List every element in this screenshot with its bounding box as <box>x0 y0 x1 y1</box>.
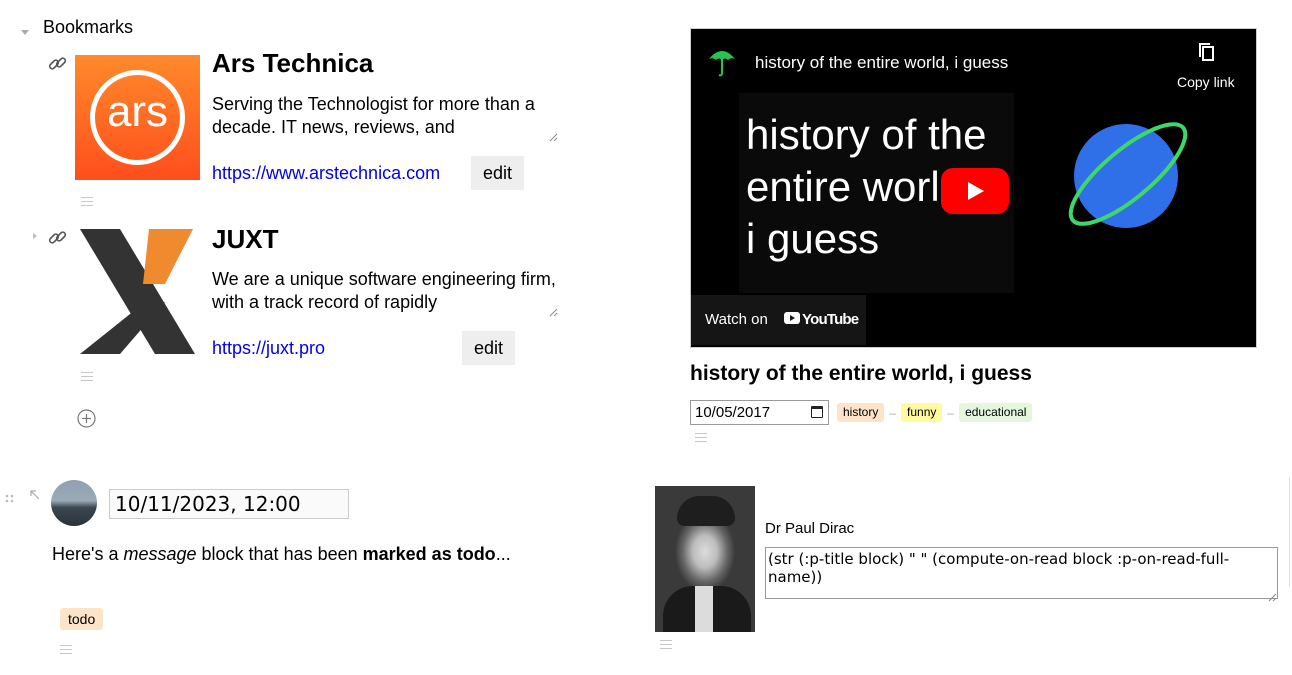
ars-technica-logo: ars <box>75 55 200 180</box>
video-date-value: 10/05/2017 <box>695 404 771 421</box>
thumbnail-text-line1: history of the <box>746 111 987 158</box>
bookmarks-heading: Bookmarks <box>43 17 134 37</box>
video-tags: history – funny – educational <box>837 403 1033 422</box>
message-text-mid: block that has been <box>196 544 363 564</box>
message-text-prefix: Here's a <box>52 544 124 564</box>
video-title: history of the entire world, i guess <box>690 362 1032 385</box>
play-button[interactable] <box>941 168 1009 214</box>
drag-handle-icon[interactable] <box>81 197 93 206</box>
avatar[interactable] <box>51 480 97 526</box>
drag-handle-icon[interactable] <box>60 645 72 654</box>
drag-handle-icon[interactable] <box>81 372 93 381</box>
message-datetime-input[interactable]: 10/11/2023, 12:00 <box>109 489 349 519</box>
drag-handle-icon[interactable] <box>660 640 672 649</box>
message-text-suffix: ... <box>495 544 511 564</box>
resize-grip-icon[interactable] <box>1268 589 1277 602</box>
edit-button[interactable]: edit <box>462 331 515 365</box>
ars-logo-text: ars <box>106 87 169 136</box>
tag-todo[interactable]: todo <box>60 608 104 630</box>
bookmark-url-link[interactable]: https://www.arstechnica.com <box>212 163 440 184</box>
bookmark-url-link[interactable]: https://juxt.pro <box>212 338 325 359</box>
youtube-logo-icon <box>784 312 800 324</box>
youtube-label: YouTube <box>802 311 859 328</box>
bookmark-title: JUXT <box>212 224 279 254</box>
bookmark-description[interactable]: Serving the Technologist for more than a… <box>212 93 560 143</box>
drag-handle-icon[interactable] <box>695 433 707 442</box>
video-date-input[interactable]: 10/05/2017 <box>690 400 829 425</box>
tag-separator: – <box>889 405 897 420</box>
person-photo <box>655 486 755 632</box>
bookmark-title: Ars Technica <box>212 48 374 78</box>
link-icon[interactable] <box>47 227 69 249</box>
person-name: Dr Paul Dirac <box>765 520 855 537</box>
tag-funny[interactable]: funny <box>901 403 943 422</box>
formula-textarea[interactable]: (str (:p-title block) " " (compute-on-re… <box>765 547 1278 599</box>
message-text[interactable]: Here's a message block that has been mar… <box>52 543 522 565</box>
collapse-up-arrow-icon[interactable] <box>29 488 41 500</box>
juxt-logo <box>75 229 200 354</box>
thumbnail-text-line2: entire worl <box>746 163 940 210</box>
resize-grip-icon[interactable] <box>549 129 558 142</box>
copy-link-label[interactable]: Copy link <box>1177 74 1235 90</box>
copy-icon[interactable] <box>1199 43 1215 63</box>
resize-grip-icon[interactable] <box>549 304 558 317</box>
tag-separator: – <box>947 405 955 420</box>
divider <box>1289 478 1290 586</box>
message-text-strong: marked as todo <box>362 544 496 564</box>
bookmark-description[interactable]: We are a unique software engineering fir… <box>212 268 560 318</box>
message-text-em: message <box>123 544 197 564</box>
edit-button[interactable]: edit <box>471 156 524 190</box>
add-bookmark-icon[interactable] <box>77 409 96 428</box>
calendar-icon[interactable] <box>811 406 823 418</box>
thumbnail-text-line3: i guess <box>746 215 880 262</box>
tag-educational[interactable]: educational <box>959 403 1033 422</box>
youtube-embed[interactable]: history of the entire world, i guess Cop… <box>690 28 1257 348</box>
collapse-arrow-icon[interactable] <box>21 30 29 35</box>
link-icon[interactable] <box>47 53 69 75</box>
watch-on-label: Watch on <box>705 311 768 328</box>
channel-icon[interactable] <box>705 45 739 79</box>
watch-on-youtube-button[interactable]: Watch on YouTube <box>691 295 866 345</box>
tag-history[interactable]: history <box>837 403 885 422</box>
video-header-title[interactable]: history of the entire world, i guess <box>755 53 1008 73</box>
drag-dots-icon[interactable] <box>5 491 17 503</box>
expand-arrow-icon[interactable] <box>33 233 37 239</box>
planet-icon <box>1056 114 1206 239</box>
